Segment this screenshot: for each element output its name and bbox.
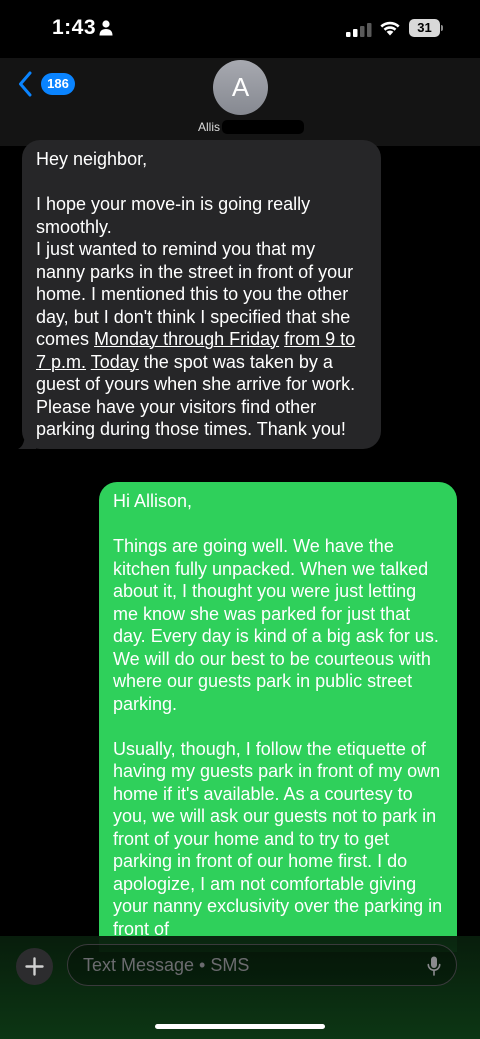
received-message-bubble[interactable]: Hey neighbor, I hope your move-in is goi…	[18, 140, 381, 449]
message-text: Usually, though, I follow the etiquette …	[113, 738, 443, 939]
message-text-line: I hope your move-in is going really smoo…	[36, 194, 311, 237]
message-input[interactable]: Text Message • SMS	[67, 944, 457, 986]
message-input-bar: Text Message • SMS	[0, 936, 480, 1039]
microphone-icon[interactable]	[427, 956, 441, 976]
contact-name-text: Allis	[198, 120, 221, 134]
battery-icon: 31	[409, 19, 443, 37]
contact-name[interactable]: Allis	[198, 120, 305, 134]
sent-message-bubble[interactable]: Hi Allison, Things are going well. We ha…	[99, 482, 457, 952]
status-bar: 1:43 31	[0, 0, 480, 58]
message-text: I hope your move-in is going really smoo…	[36, 193, 367, 441]
unread-count-badge: 186	[41, 73, 75, 95]
message-input-placeholder: Text Message • SMS	[83, 955, 250, 975]
bubble-tail	[18, 430, 36, 449]
redaction-mark	[222, 120, 305, 134]
add-attachment-button[interactable]	[16, 948, 53, 985]
message-text: Hi Allison,	[113, 491, 193, 511]
date-link[interactable]: Today	[91, 352, 139, 372]
battery-cap	[441, 25, 443, 31]
battery-level: 31	[409, 19, 440, 37]
chevron-left-icon	[19, 71, 32, 97]
cellular-signal-icon	[346, 23, 372, 37]
person-icon	[99, 20, 113, 36]
message-text: Hey neighbor,	[36, 149, 148, 169]
contact-avatar[interactable]: A	[213, 60, 268, 115]
date-link[interactable]: Monday through Friday	[94, 329, 279, 349]
conversation-header: 186 A Allis	[0, 58, 480, 146]
back-button[interactable]: 186	[18, 71, 75, 97]
plus-icon	[25, 957, 44, 976]
wifi-icon	[380, 21, 400, 36]
message-text: Things are going well. We have the kitch…	[113, 536, 439, 714]
status-time: 1:43	[52, 16, 97, 39]
home-indicator[interactable]	[155, 1024, 325, 1029]
